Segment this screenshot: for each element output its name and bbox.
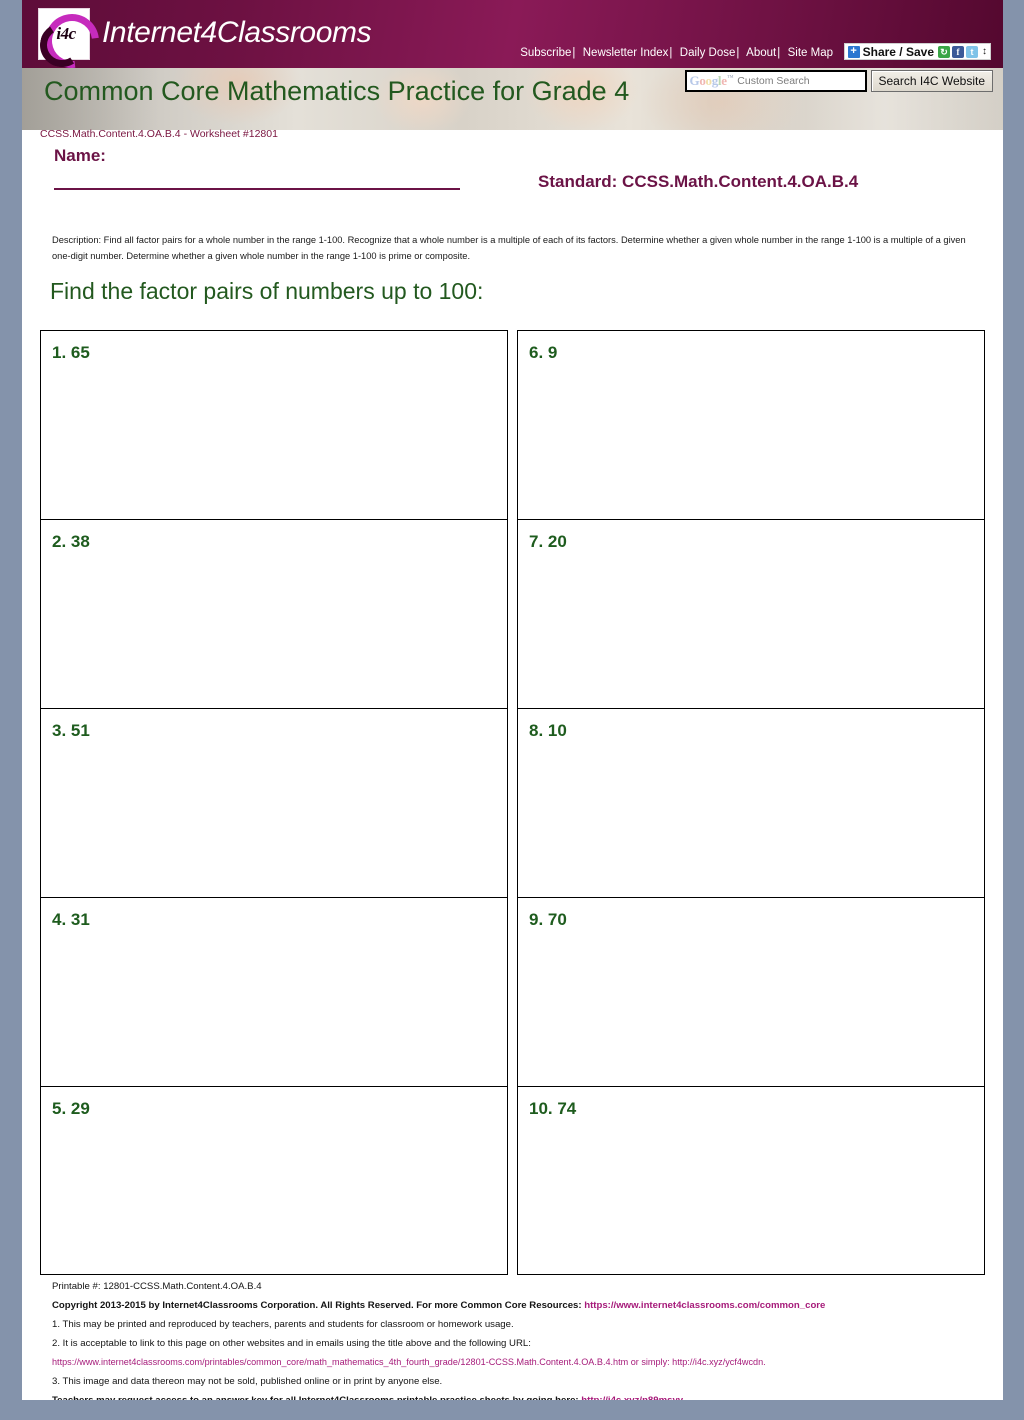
- standard-description: Description: Find all factor pairs for a…: [52, 235, 966, 262]
- worksheet-instruction: Find the factor pairs of numbers up to 1…: [50, 278, 484, 304]
- nav-separator: |: [669, 47, 676, 59]
- usage-note-2: 2. It is acceptable to link to this page…: [52, 1338, 531, 1350]
- updown-arrows-icon[interactable]: ↕: [982, 46, 987, 57]
- usage-note-1: 1. This may be printed and reproduced by…: [52, 1319, 514, 1331]
- problem-cell[interactable]: 3. 51: [40, 708, 508, 897]
- problem-column-left: 1. 65 2. 38 3. 51 4. 31 5. 29: [40, 330, 508, 1275]
- nav-item-daily-dose[interactable]: Daily Dose: [680, 47, 736, 59]
- problem-label: 5. 29: [52, 1099, 90, 1118]
- logo-badge-text: i4c: [56, 24, 76, 43]
- worksheet-footer: Printable #: 12801-CCSS.Math.Content.4.O…: [52, 1281, 982, 1400]
- nav-item-site-map[interactable]: Site Map: [788, 47, 833, 59]
- worksheet-url-link[interactable]: https://www.internet4classrooms.com/prin…: [52, 1358, 982, 1368]
- name-row: Name: Standard: CCSS.Math.Content.4.OA.B…: [22, 134, 1003, 196]
- worksheet-body: Name: Standard: CCSS.Math.Content.4.OA.B…: [22, 134, 1003, 1275]
- share-save-widget[interactable]: + Share / Save ↻ f t ↕: [843, 43, 991, 60]
- nav-item-about[interactable]: About: [746, 47, 776, 59]
- problem-cell[interactable]: 9. 70: [517, 897, 985, 1086]
- problem-cell[interactable]: 4. 31: [40, 897, 508, 1086]
- answer-key-text: Teachers may request access to an answer…: [52, 1395, 581, 1400]
- printable-number: Printable #: 12801-CCSS.Math.Content.4.O…: [52, 1281, 262, 1292]
- nav-separator: |: [736, 47, 743, 59]
- usage-note-3: 3. This image and data thereon may not b…: [52, 1375, 443, 1387]
- google-logo-icon: Google™: [689, 73, 734, 88]
- name-label: Name:: [54, 146, 106, 165]
- nav-item-subscribe[interactable]: Subscribe: [520, 47, 571, 59]
- copyright-line: Copyright 2013-2015 by Internet4Classroo…: [52, 1301, 982, 1311]
- problem-label: 3. 51: [52, 721, 90, 740]
- problem-cell[interactable]: 5. 29: [40, 1086, 508, 1275]
- nav-separator: |: [572, 47, 579, 59]
- common-core-link[interactable]: https://www.internet4classrooms.com/comm…: [584, 1300, 825, 1311]
- search-placeholder-text: Custom Search: [737, 75, 810, 87]
- problem-label: 9. 70: [529, 910, 567, 929]
- problem-grid: 1. 65 2. 38 3. 51 4. 31 5. 29 6. 9 7. 20…: [40, 330, 985, 1275]
- answer-key-line: Teachers may request access to an answer…: [52, 1395, 982, 1400]
- name-write-line[interactable]: [54, 188, 460, 190]
- problem-cell[interactable]: 1. 65: [40, 330, 508, 519]
- site-search: Google™ Custom Search Search I4C Website: [684, 70, 993, 92]
- page-title: Common Core Mathematics Practice for Gra…: [44, 76, 630, 106]
- problem-cell[interactable]: 7. 20: [517, 519, 985, 708]
- search-input[interactable]: Google™ Custom Search: [684, 70, 867, 92]
- worksheet-page: i4c Internet4Classrooms Subscribe| Newsl…: [22, 0, 1003, 1400]
- top-navigation: Subscribe| Newsletter Index| Daily Dose|…: [520, 47, 833, 59]
- search-submit-button[interactable]: Search I4C Website: [870, 70, 993, 92]
- standard-label: Standard: CCSS.Math.Content.4.OA.B.4: [538, 172, 859, 191]
- problem-cell[interactable]: 2. 38: [40, 519, 508, 708]
- problem-label: 8. 10: [529, 721, 567, 740]
- answer-key-link[interactable]: http://i4c.xyz/n89msyv.: [581, 1395, 685, 1400]
- nav-separator: |: [777, 47, 784, 59]
- share-save-label: Share / Save: [862, 44, 934, 59]
- site-brand-title[interactable]: Internet4Classrooms: [102, 16, 372, 50]
- addthis-icon[interactable]: ↻: [938, 45, 950, 58]
- plus-icon: +: [847, 45, 860, 58]
- problem-cell[interactable]: 6. 9: [517, 330, 985, 519]
- nav-item-newsletter-index[interactable]: Newsletter Index: [583, 47, 669, 59]
- problem-column-right: 6. 9 7. 20 8. 10 9. 70 10. 74: [517, 330, 985, 1275]
- trademark-glyph: ™: [726, 73, 734, 82]
- problem-label: 7. 20: [529, 532, 567, 551]
- problem-label: 10. 74: [529, 1099, 577, 1118]
- problem-cell[interactable]: 8. 10: [517, 708, 985, 897]
- problem-label: 4. 31: [52, 910, 90, 929]
- copyright-text: Copyright 2013-2015 by Internet4Classroo…: [52, 1300, 585, 1312]
- i4c-logo-icon[interactable]: i4c: [34, 3, 110, 68]
- problem-label: 1. 65: [52, 343, 90, 362]
- facebook-icon[interactable]: f: [952, 45, 964, 58]
- problem-cell[interactable]: 10. 74: [517, 1086, 985, 1275]
- twitter-icon[interactable]: t: [966, 45, 978, 58]
- problem-label: 6. 9: [529, 343, 558, 362]
- problem-label: 2. 38: [52, 532, 90, 551]
- site-masthead: i4c Internet4Classrooms Subscribe| Newsl…: [22, 0, 1003, 68]
